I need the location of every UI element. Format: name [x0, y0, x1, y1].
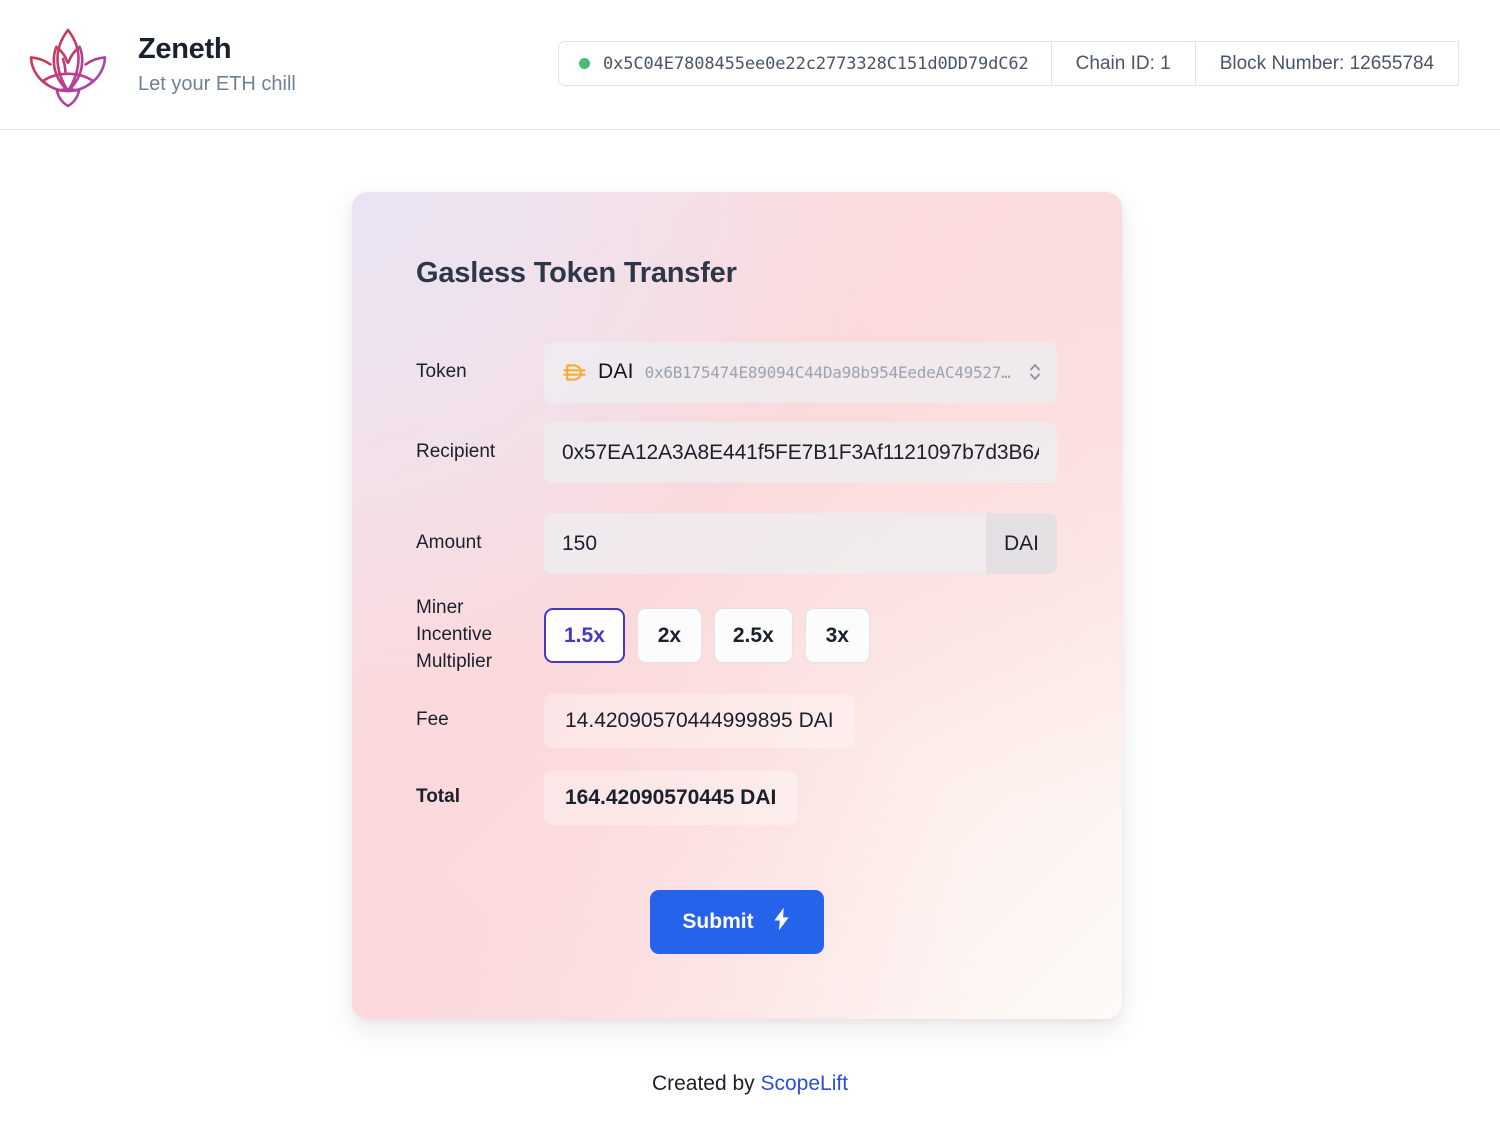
- submit-button[interactable]: Submit: [650, 890, 824, 954]
- multiplier-option-4[interactable]: 3x: [804, 608, 870, 663]
- connected-status-dot-icon: [579, 58, 590, 69]
- amount-label: Amount: [416, 532, 482, 554]
- app-title: Zeneth: [138, 33, 232, 66]
- recipient-field: 0x57EA12A3A8E441f5FE7B1F3Af1121097b7d3B6…: [544, 422, 1122, 483]
- wallet-address-text: 0x5C04E7808455ee0e22c2773328C151d0DD79dC…: [603, 53, 1029, 74]
- multiplier-option-3[interactable]: 2.5x: [713, 608, 793, 663]
- total-field: 164.42090570445 DAI: [544, 770, 1122, 825]
- fee-row: Fee 14.42090570444999895 DAI: [352, 682, 1122, 759]
- token-address: 0x6B175474E89094C44Da98b954EedeAC49527…: [644, 362, 1011, 382]
- chain-id-segment: Chain ID: 1: [1050, 41, 1196, 86]
- lotus-flower-logo-icon: [16, 17, 120, 113]
- total-label: Total: [416, 786, 460, 808]
- page-body: Gasless Token Transfer Token DAI 0x6B175…: [0, 130, 1500, 1124]
- app-tagline: Let your ETH chill: [138, 72, 296, 95]
- token-select[interactable]: DAI 0x6B175474E89094C44Da98b954EedeAC495…: [544, 341, 1057, 403]
- network-status-group: 0x5C04E7808455ee0e22c2773328C151d0DD79dC…: [558, 41, 1460, 86]
- recipient-label: Recipient: [416, 441, 496, 463]
- fee-label: Fee: [416, 709, 449, 731]
- token-field: DAI 0x6B175474E89094C44Da98b954EedeAC495…: [544, 341, 1122, 403]
- brand-text: Zeneth Let your ETH chill: [138, 33, 296, 95]
- amount-input-group: 150 DAI: [544, 513, 1057, 574]
- fee-value: 14.42090570444999895 DAI: [544, 693, 855, 748]
- card-title: Gasless Token Transfer: [416, 257, 737, 289]
- multiplier-option-2[interactable]: 2x: [636, 608, 702, 663]
- multiplier-field: 1.5x 2x 2.5x 3x: [544, 608, 1122, 663]
- footer: Created by ScopeLift: [0, 1072, 1500, 1096]
- token-row: Token DAI 0x6B175474E89094C44Da98b954Eed…: [352, 337, 1122, 407]
- recipient-row: Recipient 0x57EA12A3A8E441f5FE7B1F3Af112…: [352, 407, 1122, 498]
- transfer-form: Token DAI 0x6B175474E89094C44Da98b954Eed…: [352, 337, 1122, 836]
- recipient-input[interactable]: 0x57EA12A3A8E441f5FE7B1F3Af1121097b7d3B6…: [544, 422, 1057, 483]
- submit-button-label: Submit: [682, 910, 754, 933]
- dai-token-icon: [562, 360, 587, 385]
- wallet-address-segment[interactable]: 0x5C04E7808455ee0e22c2773328C151d0DD79dC…: [558, 41, 1052, 86]
- token-symbol: DAI: [598, 360, 634, 383]
- footer-prefix: Created by: [651, 1072, 761, 1095]
- amount-row: Amount 150 DAI: [352, 498, 1122, 589]
- block-number-segment: Block Number: 12655784: [1194, 41, 1460, 86]
- multiplier-label: Miner Incentive Multiplier: [416, 597, 493, 672]
- amount-unit-addon: DAI: [985, 513, 1057, 574]
- chevron-up-down-icon[interactable]: [1027, 359, 1043, 385]
- multiplier-option-1[interactable]: 1.5x: [544, 608, 625, 663]
- total-row: Total 164.42090570445 DAI: [352, 759, 1122, 836]
- app-header: Zeneth Let your ETH chill 0x5C04E7808455…: [0, 0, 1500, 130]
- multiplier-row: Miner Incentive Multiplier 1.5x 2x 2.5x …: [352, 589, 1122, 682]
- gasless-transfer-card: Gasless Token Transfer Token DAI 0x6B175…: [352, 192, 1122, 1019]
- recipient-value: 0x57EA12A3A8E441f5FE7B1F3Af1121097b7d3B6…: [562, 440, 1039, 464]
- brand-block: Zeneth Let your ETH chill: [0, 17, 296, 113]
- fee-field: 14.42090570444999895 DAI: [544, 693, 1122, 748]
- total-value: 164.42090570445 DAI: [544, 770, 798, 825]
- amount-field: 150 DAI: [544, 513, 1122, 574]
- submit-row: Submit: [352, 890, 1122, 954]
- scopelift-link[interactable]: ScopeLift: [761, 1072, 849, 1095]
- amount-input[interactable]: 150: [544, 513, 986, 574]
- multiplier-button-group: 1.5x 2x 2.5x 3x: [544, 608, 1122, 663]
- token-label: Token: [416, 360, 467, 382]
- lightning-bolt-icon: [771, 906, 792, 938]
